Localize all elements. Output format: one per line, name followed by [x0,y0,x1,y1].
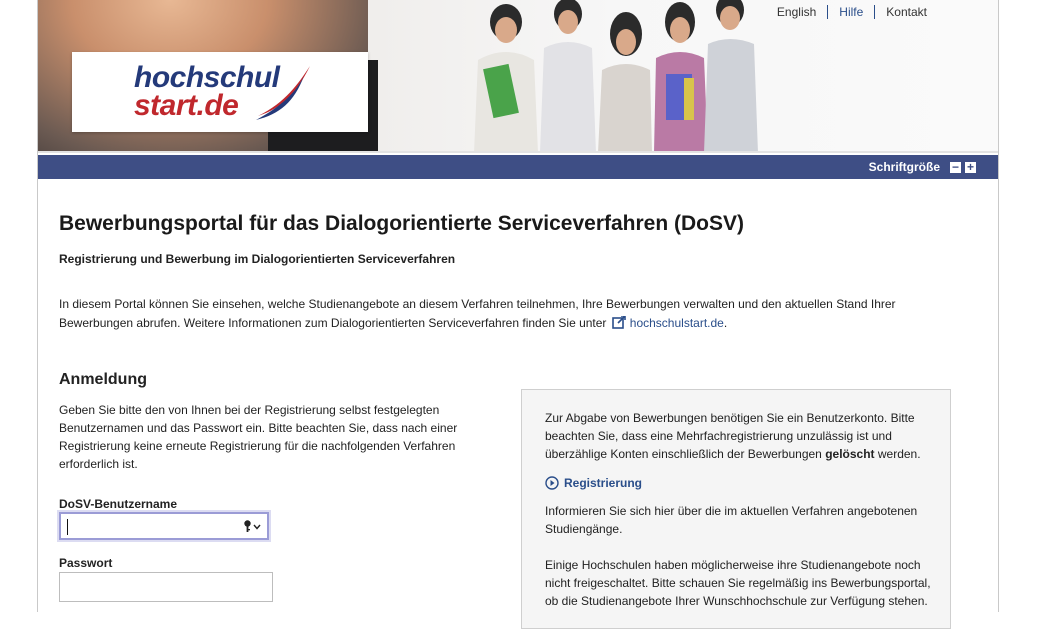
password-input[interactable] [59,572,273,602]
username-input[interactable] [59,512,269,540]
intro-text: In diesem Portal können Sie einsehen, we… [59,297,896,330]
play-circle-icon [545,476,559,490]
courses-info-text: Informieren Sie sich hier über die im ak… [545,504,918,536]
font-size-increase-button[interactable]: + [965,161,976,173]
registration-link-label: Registrierung [564,476,643,490]
intro-end: . [723,316,728,330]
account-info-bold: gelöscht [825,447,875,461]
header-banner: hochschul start.de English Hilfe Kontakt [38,0,998,153]
hochschulstart-link[interactable]: hochschulstart.de [630,316,724,330]
password-manager-key-icon[interactable] [243,520,261,533]
hochschulstart-logo[interactable]: hochschul start.de [72,52,368,132]
page-subtitle: Registrierung und Bewerbung im Dialogori… [59,252,456,266]
logo-swoosh-icon [256,66,310,120]
chevron-down-icon [253,524,261,530]
header-divider [38,151,998,153]
account-info-end: werden. [874,447,921,461]
font-size-controls: Schriftgröße − + [869,160,976,174]
login-instructions: Geben Sie bitte den von Ihnen bei der Re… [59,403,458,471]
availability-info-text: Einige Hochschulen haben möglicherweise … [545,558,931,608]
page-title: Bewerbungsportal für das Dialogorientier… [59,212,745,235]
top-navigation: English Hilfe Kontakt [766,5,938,19]
font-size-bar: Schriftgröße − + [38,155,998,179]
registration-info-box: Zur Abgabe von Bewerbungen benötigen Sie… [521,389,951,629]
username-label: DoSV-Benutzername [59,497,178,511]
password-label: Passwort [59,556,113,570]
text-caret [67,519,68,535]
english-link[interactable]: English [766,5,827,19]
intro-paragraph: In diesem Portal können Sie einsehen, we… [59,295,939,333]
login-heading: Anmeldung [59,371,147,388]
help-link[interactable]: Hilfe [828,5,874,19]
font-size-decrease-button[interactable]: − [950,161,961,173]
banner-photo-students [474,0,758,153]
contact-link[interactable]: Kontakt [875,5,938,19]
page-container: hochschul start.de English Hilfe Kontakt… [37,0,999,629]
font-size-label: Schriftgröße [868,160,940,174]
external-link-icon [611,316,626,329]
account-info-text: Zur Abgabe von Bewerbungen benötigen Sie… [545,409,935,463]
registration-link[interactable]: Registrierung [545,476,642,490]
